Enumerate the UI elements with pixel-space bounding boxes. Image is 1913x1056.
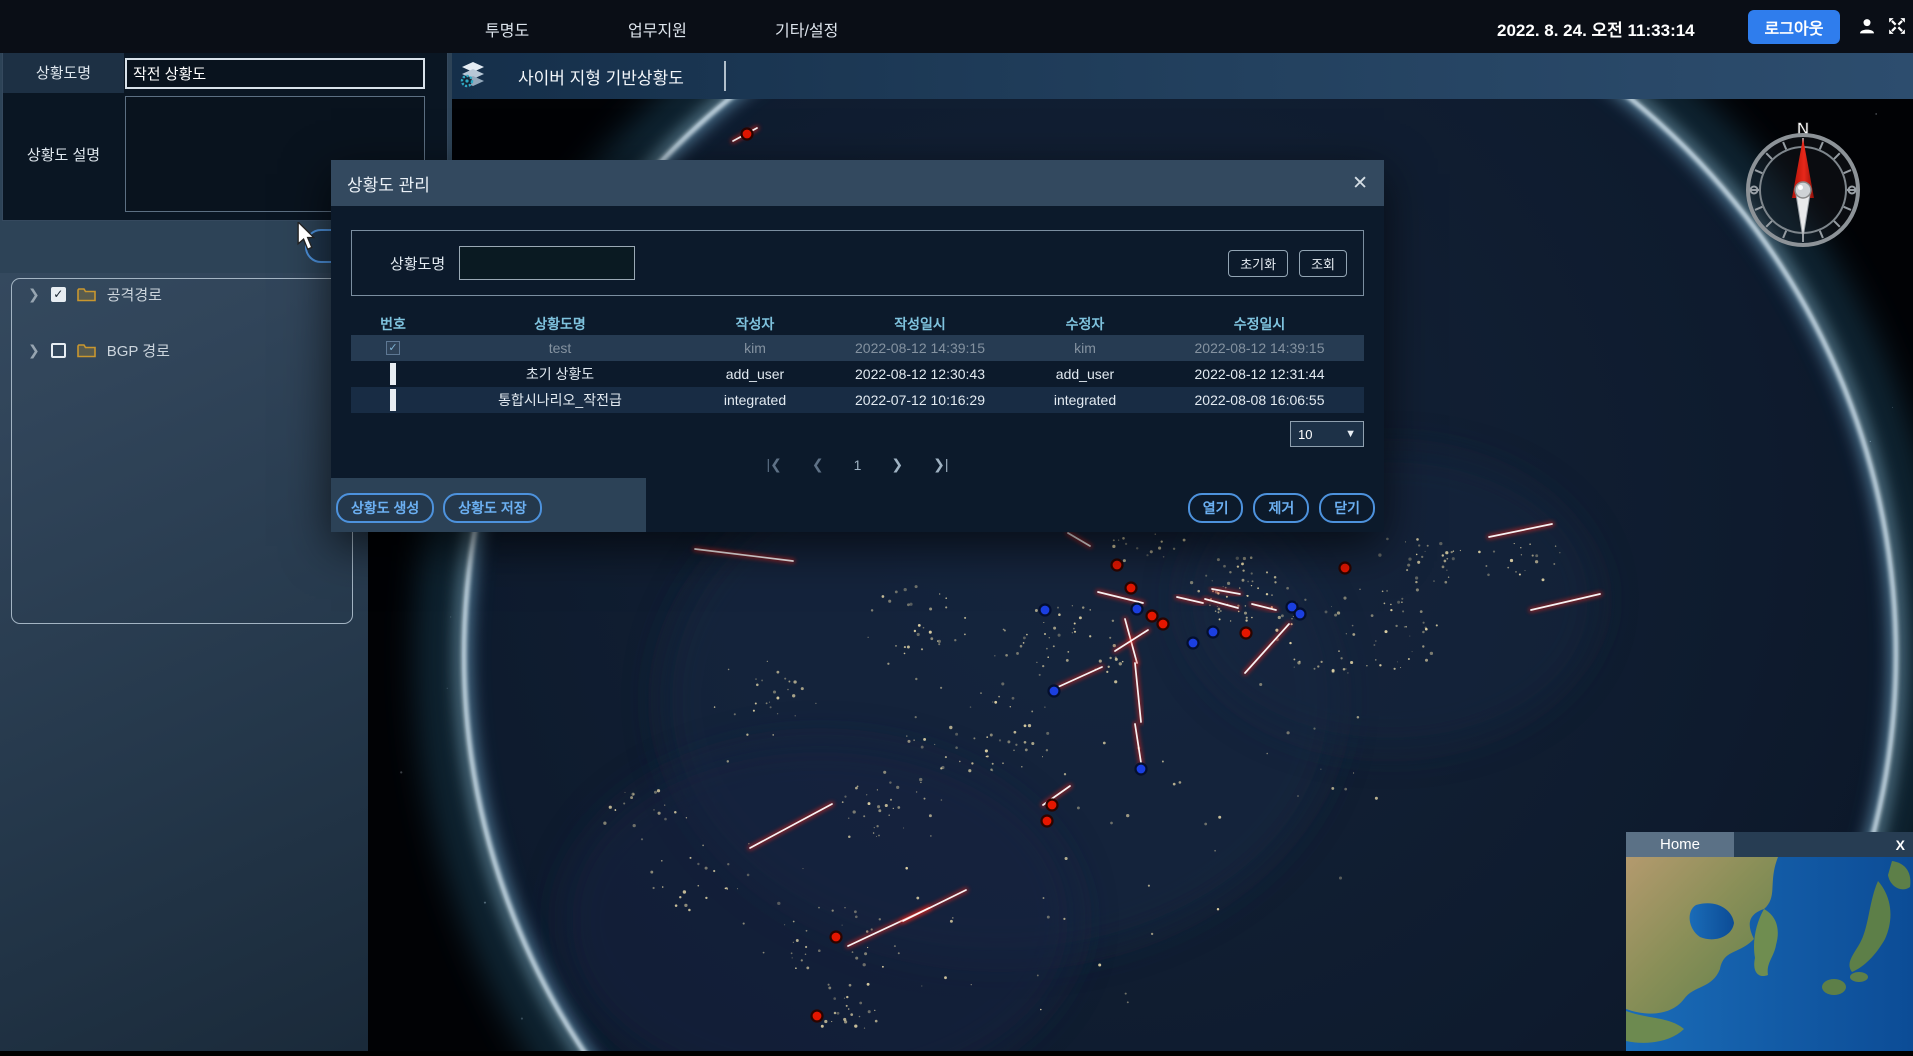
- cell-author: integrated: [685, 392, 825, 408]
- table-row[interactable]: 초기 상황도 add_user 2022-08-12 12:30:43 add_…: [351, 361, 1364, 387]
- minimap-tab[interactable]: Home: [1626, 832, 1734, 857]
- modal-title: 상황도 관리: [347, 171, 430, 196]
- cell-editor: integrated: [1015, 392, 1155, 408]
- col-author: 작성자: [685, 314, 825, 334]
- fullscreen-icon[interactable]: [1888, 17, 1906, 40]
- situation-management-modal: 상황도 관리 ✕ 상황도명 초기화 조회 번호 상황도명 작성자 작성일시 수정…: [331, 160, 1384, 532]
- cell-modified: 2022-08-12 12:31:44: [1155, 366, 1364, 382]
- tree-item-bgp-path[interactable]: ❯ BGP 경로: [28, 338, 170, 362]
- table-row[interactable]: 통합시나리오_작전급 integrated 2022-07-12 10:16:2…: [351, 387, 1364, 413]
- page-prev-button[interactable]: ❮: [812, 456, 824, 473]
- cell-editor: kim: [1015, 340, 1155, 356]
- cell-name: 초기 상황도: [435, 364, 685, 384]
- minimap-canvas[interactable]: [1626, 857, 1913, 1051]
- layers-gear-icon: [458, 60, 488, 93]
- row-checkbox[interactable]: [390, 363, 396, 385]
- map-mode-title: 사이버 지형 기반상황도: [518, 64, 684, 89]
- nav-item-work-support[interactable]: 업무지원: [628, 17, 687, 41]
- page-first-button[interactable]: |❮: [766, 456, 781, 473]
- folder-icon: [77, 343, 96, 358]
- page-size-select[interactable]: 10 ▼: [1290, 421, 1364, 447]
- divider: [724, 61, 726, 91]
- nav-item-etc-settings[interactable]: 기타/설정: [775, 17, 838, 41]
- tree-item-label: BGP 경로: [107, 340, 170, 361]
- col-name: 상황도명: [435, 314, 685, 334]
- top-nav-bar: 투명도 업무지원 기타/설정 2022. 8. 24. 오전 11:33:14 …: [0, 0, 1913, 53]
- situation-search-input[interactable]: [459, 246, 635, 280]
- sub-header-bar: 사이버 지형 기반상황도: [452, 53, 1913, 99]
- search-panel: 상황도명 초기화 조회: [351, 230, 1364, 296]
- reset-button[interactable]: 초기화: [1228, 250, 1288, 277]
- save-situation-button[interactable]: 상황도 저장: [443, 493, 541, 523]
- col-created: 작성일시: [825, 314, 1015, 334]
- search-label: 상황도명: [390, 253, 445, 274]
- open-button[interactable]: 열기: [1188, 493, 1244, 523]
- cell-created: 2022-07-12 10:16:29: [825, 392, 1015, 408]
- name-label: 상황도명: [36, 62, 91, 83]
- cell-modified: 2022-08-12 14:39:15: [1155, 340, 1364, 356]
- cell-author: add_user: [685, 366, 825, 382]
- chevron-right-icon[interactable]: ❯: [28, 286, 40, 303]
- remove-button[interactable]: 제거: [1253, 493, 1309, 523]
- row-checkbox-checked[interactable]: [386, 341, 400, 355]
- close-icon[interactable]: ✕: [1352, 174, 1368, 193]
- col-number: 번호: [351, 314, 435, 334]
- situation-name-input[interactable]: [125, 58, 425, 89]
- col-editor: 수정자: [1015, 314, 1155, 334]
- user-icon[interactable]: [1858, 17, 1876, 40]
- tree-item-label: 공격경로: [107, 284, 162, 305]
- cell-created: 2022-08-12 14:39:15: [825, 340, 1015, 356]
- name-label-cell: 상황도명: [3, 51, 124, 93]
- minimap-header: Home X: [1626, 832, 1913, 857]
- tree-item-attack-path[interactable]: ❯ 공격경로: [28, 282, 162, 306]
- layer-tree-panel: [11, 278, 353, 624]
- cell-name: 통합시나리오_작전급: [435, 390, 685, 410]
- cell-modified: 2022-08-08 16:06:55: [1155, 392, 1364, 408]
- page-next-button[interactable]: ❯: [891, 456, 903, 473]
- situation-table: 번호 상황도명 작성자 작성일시 수정자 수정일시 test kim 2022-…: [351, 312, 1364, 413]
- nav-item-transparency[interactable]: 투명도: [485, 17, 529, 41]
- logout-button[interactable]: 로그아웃: [1748, 10, 1840, 44]
- create-situation-button[interactable]: 상황도 생성: [336, 493, 434, 523]
- minimap-close-icon[interactable]: X: [1896, 837, 1905, 853]
- cell-created: 2022-08-12 12:30:43: [825, 366, 1015, 382]
- table-row[interactable]: test kim 2022-08-12 14:39:15 kim 2022-08…: [351, 335, 1364, 361]
- close-button[interactable]: 닫기: [1319, 493, 1375, 523]
- cell-name: test: [435, 340, 685, 356]
- desc-label-cell: 상황도 설명: [3, 96, 124, 212]
- page-number[interactable]: 1: [854, 457, 862, 473]
- overview-minimap[interactable]: Home X: [1626, 832, 1913, 1051]
- datetime-display: 2022. 8. 24. 오전 11:33:14: [1497, 16, 1695, 41]
- row-checkbox[interactable]: [390, 389, 396, 411]
- page-size-value: 10: [1298, 427, 1312, 442]
- page-last-button[interactable]: ❯|: [933, 456, 948, 473]
- folder-icon: [77, 287, 96, 302]
- pagination: |❮ ❮ 1 ❯ ❯|: [351, 456, 1364, 473]
- cell-author: kim: [685, 340, 825, 356]
- desc-label: 상황도 설명: [27, 144, 100, 165]
- chevron-right-icon[interactable]: ❯: [28, 342, 40, 359]
- chevron-down-icon: ▼: [1345, 428, 1356, 440]
- compass-widget[interactable]: N: [1733, 116, 1873, 263]
- search-button[interactable]: 조회: [1299, 250, 1347, 277]
- table-header-row: 번호 상황도명 작성자 작성일시 수정자 수정일시: [351, 312, 1364, 335]
- col-modified: 수정일시: [1155, 314, 1364, 334]
- checkbox-checked-icon[interactable]: [51, 287, 66, 302]
- checkbox-unchecked-icon[interactable]: [51, 343, 66, 358]
- mouse-cursor: [296, 222, 318, 257]
- cell-editor: add_user: [1015, 366, 1155, 382]
